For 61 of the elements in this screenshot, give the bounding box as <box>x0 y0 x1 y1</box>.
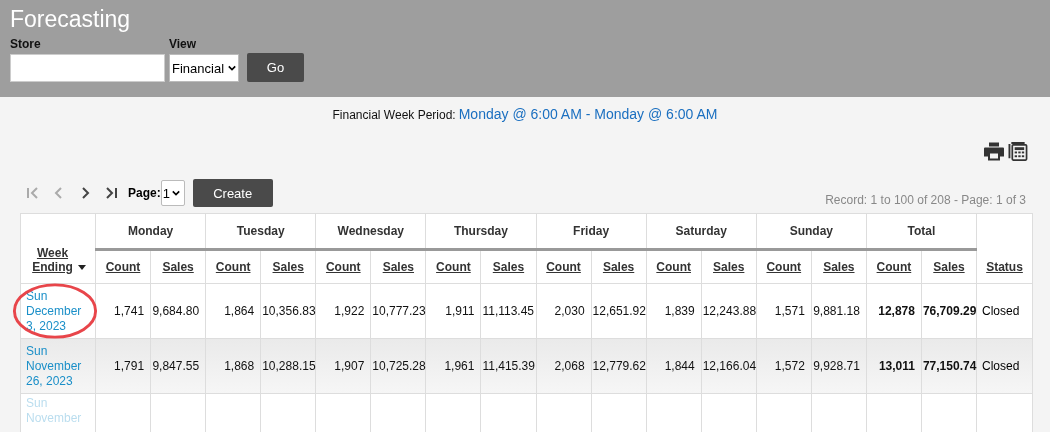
table-cell: 11,113.45 <box>482 304 535 318</box>
group-header: Wednesday <box>315 213 426 250</box>
table-cell: 1,961 <box>444 359 475 373</box>
table-cell: 11,415.39 <box>482 359 535 373</box>
table-cell: 10,725.28 <box>372 359 426 373</box>
calculator-icon[interactable] <box>1008 142 1028 161</box>
table-cell: 1,839 <box>664 304 695 318</box>
period-value: Monday @ 6:00 AM - Monday @ 6:00 AM <box>458 106 718 122</box>
table-cell: 1,791 <box>114 359 145 373</box>
table-cell: 10,356.83 <box>262 304 316 318</box>
period-label: Financial Week Period: <box>332 108 456 122</box>
table-cell: 12,779.62 <box>592 359 646 373</box>
table-cell: 1,741 <box>114 304 145 318</box>
page-label: Page: <box>128 186 161 200</box>
table-cell: 9,684.80 <box>152 304 200 318</box>
group-header: Thursday <box>425 213 536 250</box>
table-cell: 12,878 <box>878 304 915 318</box>
table-cell: 2,068 <box>554 359 585 373</box>
group-header: Sunday <box>756 213 867 250</box>
table-cell: 12,166.04 <box>702 359 757 373</box>
table-cell: 12,651.92 <box>592 304 646 318</box>
table-cell: 2,030 <box>554 304 585 318</box>
page-title: Forecasting <box>10 5 132 33</box>
table-cell: 1,864 <box>224 304 255 318</box>
table-cell: 12,243.88 <box>702 304 757 318</box>
group-header: Tuesday <box>205 213 316 250</box>
table-cell: 1,572 <box>774 359 805 373</box>
group-header: Friday <box>536 213 647 250</box>
table-cell: 1,907 <box>334 359 365 373</box>
status-header[interactable]: Status <box>986 260 1023 274</box>
caret-icon <box>228 65 237 71</box>
record-count: Record: 1 to 100 of 208 - Page: 1 of 3 <box>825 193 1027 207</box>
page-dropdown[interactable]: 1 <box>160 180 185 206</box>
table-cell: 10,288.15 <box>262 359 316 373</box>
group-header: Saturday <box>646 213 757 250</box>
status-cell: Closed <box>982 304 1020 318</box>
table-cell: 1,868 <box>224 359 255 373</box>
table-cell: 1,844 <box>664 359 695 373</box>
sort-caret-icon <box>77 265 86 271</box>
last-page-icon[interactable] <box>104 186 118 200</box>
table-cell: 77,150.74 <box>922 359 977 373</box>
table-cell: 76,709.29 <box>922 304 977 318</box>
print-icon[interactable] <box>984 142 1004 161</box>
field-label: Store <box>10 37 42 51</box>
store-field[interactable] <box>10 54 165 82</box>
table-cell: 1,571 <box>774 304 805 318</box>
group-header: Monday <box>95 213 206 250</box>
status-cell: Closed <box>982 359 1020 373</box>
table-cell: 9,847.55 <box>152 359 200 373</box>
table-cell: 9,881.18 <box>813 304 860 318</box>
table-cell: 13,011 <box>878 359 915 373</box>
go-button[interactable]: Go <box>247 53 304 82</box>
table-cell: 9,928.71 <box>813 359 860 373</box>
table-cell: 10,777.23 <box>372 304 426 318</box>
create-button[interactable]: Create <box>192 179 273 207</box>
view-dropdown[interactable]: Financial <box>169 54 239 82</box>
caret-icon <box>171 190 180 196</box>
field-label: View <box>169 37 198 51</box>
table-cell: 1,911 <box>445 304 475 318</box>
table-cell: 1,922 <box>334 304 365 318</box>
group-header: Total <box>866 213 977 250</box>
